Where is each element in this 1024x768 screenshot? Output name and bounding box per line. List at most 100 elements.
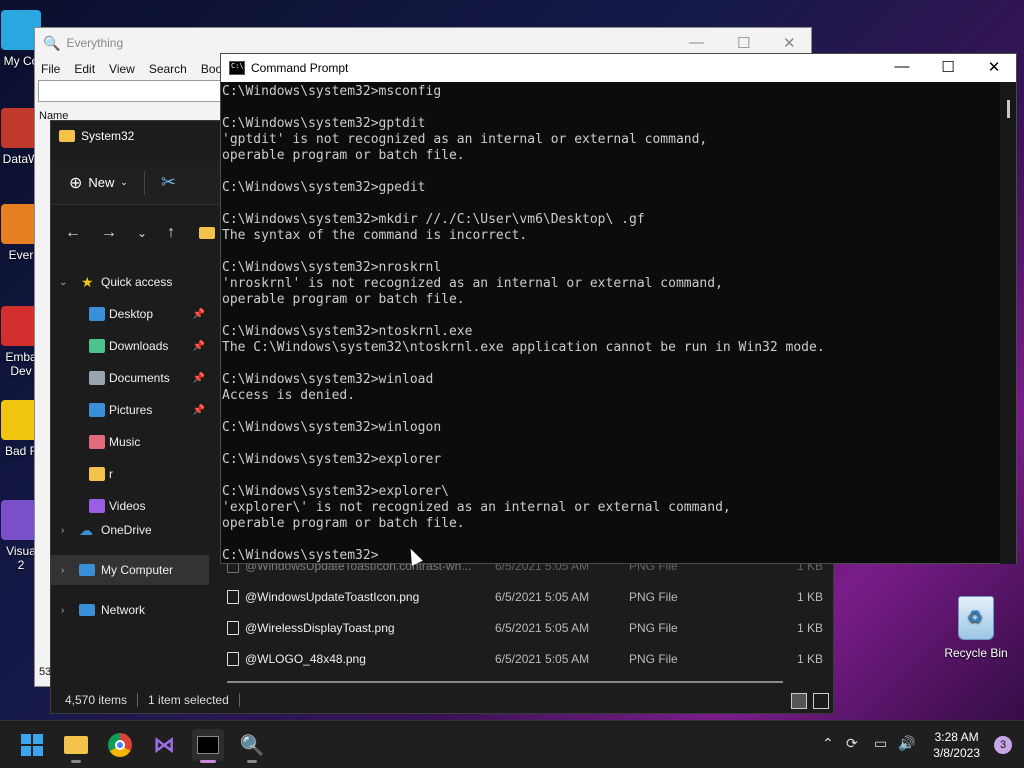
- tiles-view-button[interactable]: [813, 693, 829, 709]
- taskbar-chrome[interactable]: [104, 729, 136, 761]
- menu-item[interactable]: Edit: [74, 62, 95, 76]
- sidebar-onedrive[interactable]: › ☁ OneDrive: [51, 515, 209, 545]
- recent-chevron-icon[interactable]: ⌄: [137, 226, 147, 240]
- chevron-down-icon: ⌄: [120, 177, 128, 187]
- sidebar-item-icon: [89, 499, 105, 513]
- table-row[interactable]: @WLOGO_48x48.png 6/5/2021 5:05 AM PNG File…: [227, 644, 823, 674]
- pin-icon[interactable]: 📌: [193, 341, 205, 352]
- console-line: C:\Windows\system32>explorer\: [222, 484, 449, 499]
- pin-icon[interactable]: 📌: [193, 373, 205, 384]
- menu-item[interactable]: Search: [149, 62, 187, 76]
- table-row[interactable]: @WindowsUpdateToastIcon.png 6/5/2021 5:05…: [227, 582, 823, 612]
- new-button[interactable]: ⊕ New ⌄: [69, 173, 128, 193]
- console-line: C:\Windows\system32>ntoskrnl.exe: [222, 324, 473, 339]
- taskbar-file-explorer[interactable]: [60, 729, 92, 763]
- sidebar-item[interactable]: Documents 📌: [51, 363, 209, 393]
- sidebar-item[interactable]: Pictures 📌: [51, 395, 209, 425]
- forward-arrow-icon[interactable]: →: [101, 224, 117, 242]
- file-type: PNG File: [629, 590, 678, 604]
- png-file-icon: [227, 590, 239, 604]
- chrome-icon: [108, 733, 132, 757]
- console-line: C:\Windows\system32>mkdir //./C:\User\vm…: [222, 212, 645, 227]
- maximize-icon[interactable]: ☐: [737, 34, 750, 52]
- sidebar-item[interactable]: Downloads 📌: [51, 331, 209, 361]
- everything-search-input[interactable]: [38, 80, 238, 102]
- back-arrow-icon[interactable]: ←: [65, 224, 81, 242]
- volume-icon[interactable]: 🔊: [898, 735, 915, 752]
- file-size: 1 KB: [796, 652, 823, 666]
- console-line: The C:\Windows\system32\ntoskrnl.exe app…: [222, 340, 825, 355]
- minimize-icon[interactable]: —: [887, 58, 917, 75]
- file-size: 1 KB: [796, 590, 823, 604]
- file-name: @WLOGO_48x48.png: [245, 652, 366, 666]
- pin-icon[interactable]: 📌: [193, 309, 205, 320]
- cmd-vertical-scrollbar[interactable]: [1000, 82, 1016, 564]
- cmd-console-output[interactable]: C:\Windows\system32>msconfig C:\Windows\s…: [221, 82, 1001, 564]
- sync-icon[interactable]: ⟳: [846, 735, 858, 752]
- taskbar-everything[interactable]: 🔍: [236, 729, 268, 763]
- sidebar-item[interactable]: r: [51, 459, 209, 489]
- console-line: operable program or batch file.: [222, 516, 465, 531]
- file-type: PNG File: [629, 652, 678, 666]
- recycle-bin[interactable]: Recycle Bin: [940, 596, 1012, 660]
- explorer-titlebar[interactable]: System32: [59, 129, 134, 143]
- notification-badge[interactable]: 3: [994, 736, 1012, 754]
- menu-item[interactable]: File: [41, 62, 60, 76]
- start-button[interactable]: [16, 729, 48, 761]
- plus-circle-icon: ⊕: [69, 174, 83, 192]
- file-type: PNG File: [629, 621, 678, 635]
- sidebar-item-icon: [89, 307, 105, 321]
- up-arrow-icon[interactable]: ↑: [167, 224, 175, 242]
- sidebar-my-computer[interactable]: › My Computer: [51, 555, 209, 585]
- pin-icon[interactable]: 📌: [193, 405, 205, 416]
- menu-item[interactable]: View: [109, 62, 135, 76]
- quick-access-label: Quick access: [101, 275, 173, 289]
- cmd-titlebar[interactable]: Command Prompt — ☐ ✕: [221, 54, 1016, 82]
- console-line: C:\Windows\system32>winlogon: [222, 420, 442, 435]
- png-file-icon: [227, 652, 239, 666]
- taskbar: ⋈ 🔍 ⌃ ⟳ ▭ 🔊 3:28 AM 3/8/2023 3: [0, 720, 1024, 768]
- clock-date: 3/8/2023: [933, 746, 980, 760]
- sidebar-item[interactable]: Music: [51, 427, 209, 457]
- cut-icon[interactable]: ✂: [161, 172, 176, 193]
- sidebar-network[interactable]: › Network: [51, 595, 209, 625]
- horizontal-scrollbar[interactable]: [227, 681, 783, 683]
- chevron-up-icon[interactable]: ⌃: [822, 735, 834, 752]
- address-folder-icon[interactable]: [199, 227, 216, 239]
- taskbar-visual-studio[interactable]: ⋈: [148, 729, 180, 761]
- taskbar-clock[interactable]: 3:28 AM 3/8/2023: [933, 729, 980, 761]
- console-line: 'explorer\' is not recognized as an inte…: [222, 500, 731, 515]
- computer-icon: [79, 564, 95, 576]
- minimize-icon[interactable]: —: [689, 34, 704, 51]
- console-line: C:\Windows\system32>gpedit: [222, 180, 426, 195]
- command-prompt-window[interactable]: Command Prompt — ☐ ✕ C:\Windows\system32…: [220, 53, 1017, 564]
- sidebar-quick-access[interactable]: ⌄ ★ Quick access: [51, 267, 209, 297]
- clock-time: 3:28 AM: [934, 730, 979, 744]
- sidebar-item-label: r: [109, 467, 113, 481]
- chevron-right-icon: ›: [61, 604, 65, 616]
- sidebar-item-icon: [89, 371, 105, 385]
- chevron-right-icon: ›: [61, 524, 65, 536]
- close-icon[interactable]: ✕: [783, 34, 796, 52]
- network-tray-icon[interactable]: ▭: [874, 735, 887, 752]
- magnifier-icon: 🔍: [239, 734, 265, 757]
- table-row[interactable]: @WirelessDisplayToast.png 6/5/2021 5:05 A…: [227, 613, 823, 643]
- file-size: 1 KB: [796, 621, 823, 635]
- sidebar-item-label: Pictures: [109, 403, 153, 417]
- details-view-button[interactable]: [791, 693, 807, 709]
- maximize-icon[interactable]: ☐: [933, 58, 963, 76]
- cmd-scroll-thumb[interactable]: [1007, 100, 1010, 118]
- sidebar-item[interactable]: Desktop 📌: [51, 299, 209, 329]
- close-icon[interactable]: ✕: [979, 58, 1009, 76]
- folder-icon: [64, 736, 88, 754]
- cmd-title: Command Prompt: [251, 61, 349, 75]
- taskbar-command-prompt[interactable]: [192, 729, 224, 763]
